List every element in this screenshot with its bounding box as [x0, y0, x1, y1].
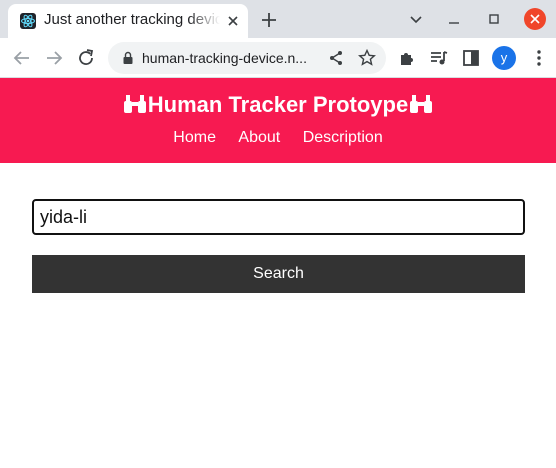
new-tab-icon[interactable] — [258, 9, 280, 31]
browser-tab[interactable]: Just another tracking device — [8, 4, 248, 38]
nav-link-home[interactable]: Home — [173, 129, 216, 146]
side-panel-icon[interactable] — [460, 47, 482, 69]
share-icon[interactable] — [326, 48, 346, 68]
site-title: Human Tracker Protoype — [147, 92, 409, 117]
bookmark-star-icon[interactable] — [357, 48, 377, 68]
binoculars-icon — [408, 93, 434, 115]
browser-menu-icon[interactable] — [528, 47, 550, 69]
search-input[interactable] — [32, 199, 525, 235]
url-text[interactable]: human-tracking-device.n... — [142, 50, 307, 66]
back-arrow-icon[interactable] — [10, 46, 34, 70]
reload-icon[interactable] — [74, 46, 98, 70]
address-bar[interactable]: human-tracking-device.n... — [108, 42, 386, 74]
search-button[interactable]: Search — [32, 255, 525, 293]
nav-link-description[interactable]: Description — [303, 129, 383, 146]
extensions-puzzle-icon[interactable] — [396, 47, 418, 69]
minimize-icon[interactable] — [443, 8, 465, 30]
maximize-icon[interactable] — [483, 8, 505, 30]
site-header: Human Tracker Protoype Home About Descri… — [0, 78, 556, 163]
media-queue-icon[interactable] — [428, 47, 450, 69]
site-nav: Home About Description — [0, 129, 556, 147]
tab-search-chevron-icon[interactable] — [405, 8, 427, 30]
react-favicon-icon — [20, 13, 36, 29]
profile-avatar[interactable]: y — [492, 46, 516, 70]
binoculars-icon — [122, 93, 148, 115]
tab-close-icon[interactable] — [224, 12, 242, 30]
forward-arrow-icon[interactable] — [42, 46, 66, 70]
close-window-icon[interactable] — [524, 8, 546, 30]
tab-title: Just another tracking device — [44, 11, 220, 28]
site-title-row: Human Tracker Protoype — [0, 92, 556, 118]
tab-strip: Just another tracking device — [0, 0, 556, 38]
browser-toolbar: human-tracking-device.n... y — [0, 38, 556, 78]
lock-icon[interactable] — [120, 50, 136, 66]
nav-link-about[interactable]: About — [238, 129, 280, 146]
